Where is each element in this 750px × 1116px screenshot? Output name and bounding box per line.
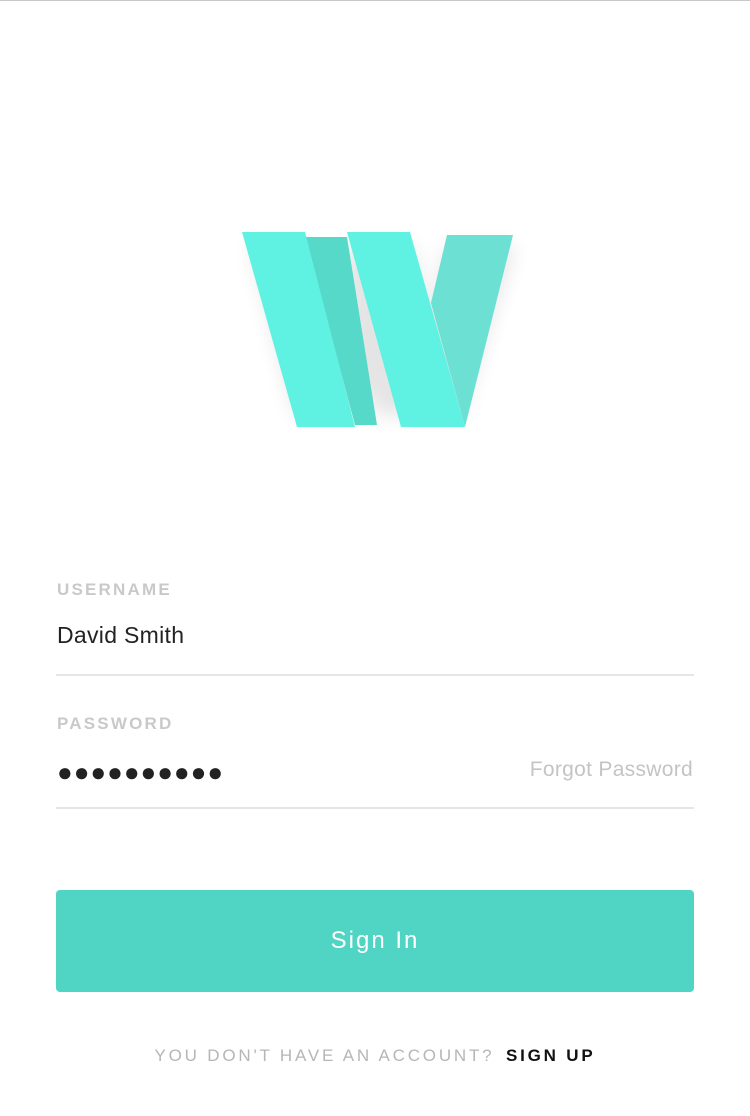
signup-question: YOU DON'T HAVE AN ACCOUNT?: [154, 1046, 495, 1065]
username-underline: [56, 674, 694, 676]
app-logo: [225, 215, 535, 445]
signup-row: YOU DON'T HAVE AN ACCOUNT? SIGN UP: [0, 1046, 750, 1066]
password-label: PASSWORD: [57, 714, 174, 733]
forgot-password-link[interactable]: Forgot Password: [530, 758, 693, 782]
username-label: USERNAME: [57, 580, 172, 599]
sign-in-button[interactable]: Sign In: [56, 890, 694, 992]
password-underline: [56, 807, 694, 809]
sign-up-link[interactable]: SIGN UP: [506, 1046, 596, 1065]
w-logo-icon: [242, 232, 515, 427]
top-border: [0, 0, 750, 1]
password-input[interactable]: ●●●●●●●●●●: [57, 757, 477, 787]
username-input[interactable]: [57, 622, 477, 649]
